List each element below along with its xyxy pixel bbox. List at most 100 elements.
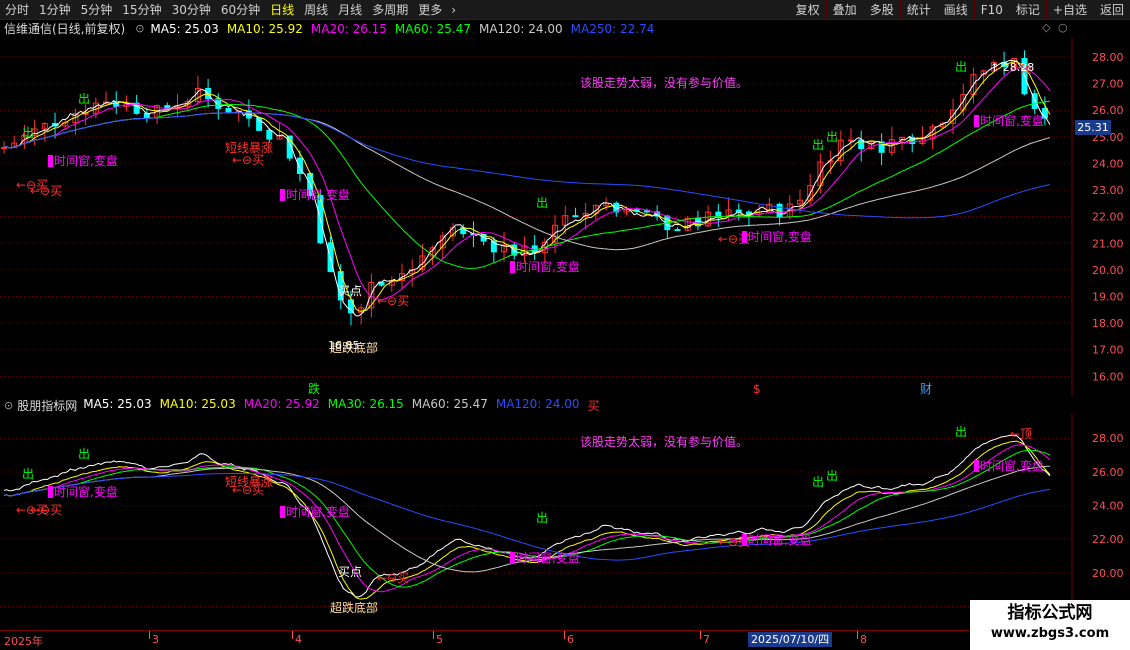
ma-legend-item: MA20: 25.92: [243, 397, 320, 411]
toolbar-button[interactable]: F10: [973, 0, 1009, 20]
period-tab[interactable]: 月线: [333, 0, 367, 20]
period-tab[interactable]: 30分钟: [167, 0, 216, 20]
ma-legend-item: MA250: 22.74: [570, 21, 655, 36]
toolbar-button[interactable]: 画线: [936, 0, 974, 20]
ma-legend-item: MA30: 26.15: [327, 397, 404, 411]
window-marker: [48, 486, 53, 498]
sub-ma-legend: MA5: 25.03 MA10: 25.03 MA20: 25.92 MA30: 26…: [83, 397, 607, 414]
toolbar-button[interactable]: 多股: [862, 0, 900, 20]
ma-legend-item: MA10: 25.03: [159, 397, 236, 411]
y-axis-label: 28.00: [1092, 51, 1124, 64]
signal-window: 时间窗,变盘: [54, 484, 118, 499]
period-tab[interactable]: 1分钟: [34, 0, 76, 20]
date-tick: [564, 631, 565, 639]
analysis-note: 该股走势太弱，没有参与价值。: [580, 75, 748, 90]
signal-out: 出: [78, 447, 90, 461]
candle-up: [1, 147, 7, 150]
period-tab[interactable]: 周线: [299, 0, 333, 20]
signal-window: 时间窗,变盘: [748, 532, 812, 547]
circle-chevron-icon[interactable]: ⊙: [4, 399, 13, 412]
y-axis-label: 22.00: [1092, 211, 1124, 224]
period-tab[interactable]: 15分钟: [117, 0, 166, 20]
toolbar-button[interactable]: 标记: [1008, 0, 1046, 20]
candle-down: [378, 281, 385, 286]
candle-down: [674, 229, 681, 232]
stock-title: 信维通信(日线,前复权): [4, 22, 126, 36]
signal-out: 出: [812, 138, 824, 152]
circle-chevron-icon[interactable]: ⊙: [135, 22, 144, 35]
toolbar-button[interactable]: 统计: [899, 0, 937, 20]
signal-window: 时间窗,变盘: [54, 153, 118, 168]
toolbar-button[interactable]: 复权: [788, 0, 826, 20]
signal-window: 时间窗,变盘: [286, 504, 350, 519]
y-axis-label: 19.00: [1092, 291, 1124, 304]
signal-buy: ←⊖买: [30, 184, 62, 198]
date-tick: [292, 631, 293, 639]
signal-out: 出: [22, 467, 34, 481]
signal-window: 时间窗,变盘: [748, 229, 812, 244]
signal-window: 时间窗,变盘: [516, 550, 580, 565]
diamond-icon[interactable]: ◇: [1042, 21, 1050, 34]
ma-legend-item: MA20: 26.15: [310, 21, 387, 36]
window-marker: [280, 506, 285, 518]
ma-legend-item: MA5: 25.03: [150, 21, 219, 36]
more-arrow-icon[interactable]: ›: [447, 3, 460, 17]
y-axis-label: 21.00: [1092, 237, 1124, 250]
window-marker: [510, 552, 515, 564]
toolbar-button[interactable]: +自选: [1045, 0, 1093, 20]
ma-line: [3, 112, 1051, 219]
period-tab[interactable]: 日线: [265, 0, 299, 20]
circle-icon[interactable]: ○: [1058, 21, 1068, 34]
signal-window: 时间窗,变盘: [980, 113, 1044, 128]
y-axis-label: 17.00: [1092, 344, 1124, 357]
y-axis-label: 26.00: [1092, 104, 1124, 117]
ma-legend-item: MA60: 25.47: [411, 397, 488, 411]
main-chart-header: 信维通信(日线,前复权) ⊙ MA5: 25.03 MA10: 25.92 MA20…: [0, 20, 662, 37]
date-tick: [857, 631, 858, 639]
signal-out: 出: [955, 60, 967, 74]
period-tab[interactable]: 5分钟: [76, 0, 118, 20]
tool-buttons: 复权 叠加 多股 统计 画线 F10 标记 +自选 返回: [788, 0, 1130, 20]
signal-out: 出: [826, 130, 838, 144]
ma-legend-item: MA5: 25.03: [83, 397, 152, 411]
period-tabs: 分时 1分钟 5分钟 15分钟 30分钟 60分钟 日线 周线 月线 多周期 更多: [0, 0, 447, 20]
date-label: 2025年: [4, 635, 43, 648]
main-price-chart[interactable]: 28.0027.0026.0025.0024.0023.0022.0021.00…: [0, 37, 1130, 395]
ma-line: [3, 59, 1051, 317]
y-axis-label: 24.00: [1092, 500, 1124, 513]
toolbar-button[interactable]: 返回: [1092, 0, 1130, 20]
high-price-label: ↑ 28.28: [990, 61, 1034, 74]
window-marker: [974, 460, 979, 472]
signal-point: 买点: [338, 565, 362, 579]
signal-point: 买点: [338, 284, 362, 298]
y-axis-label: 28.00: [1092, 432, 1124, 445]
candle-up: [848, 139, 855, 142]
ma-legend-item: MA10: 25.92: [226, 21, 303, 36]
event-mark: 财: [920, 382, 932, 395]
signal-buy: ←⊖买: [377, 294, 409, 308]
ma-legend-item: MA120: 24.00: [495, 397, 580, 411]
ma-line: [3, 440, 1051, 600]
period-tab[interactable]: 更多: [413, 0, 447, 20]
ma-legend-item: 买: [587, 399, 600, 413]
signal-buy: ←⊖买: [377, 571, 409, 585]
toolbar-button[interactable]: 叠加: [825, 0, 863, 20]
date-label: 5: [436, 633, 443, 646]
indicator-chart[interactable]: 28.0026.0024.0022.0020.0018.00出出出出出出←⊖买←…: [0, 414, 1130, 630]
signal-out: 出: [826, 469, 838, 483]
y-axis-label: 27.00: [1092, 78, 1124, 91]
current-date-label: 2025/07/10/四: [748, 632, 833, 647]
signal-spike: 短线暴涨: [225, 140, 273, 155]
signal-out: 出: [78, 92, 90, 106]
date-tick: [149, 631, 150, 639]
signal-out: 出: [812, 475, 824, 489]
candle-down: [643, 210, 650, 213]
signal-window: 时间窗,变盘: [286, 187, 350, 202]
low-price-label: 16.85: [328, 339, 360, 352]
date-label: 3: [152, 633, 159, 646]
date-label: 7: [703, 633, 710, 646]
period-tab[interactable]: 60分钟: [216, 0, 265, 20]
signal-out: 出: [536, 196, 548, 210]
period-tab[interactable]: 多周期: [367, 0, 413, 20]
period-tab[interactable]: 分时: [0, 0, 34, 20]
